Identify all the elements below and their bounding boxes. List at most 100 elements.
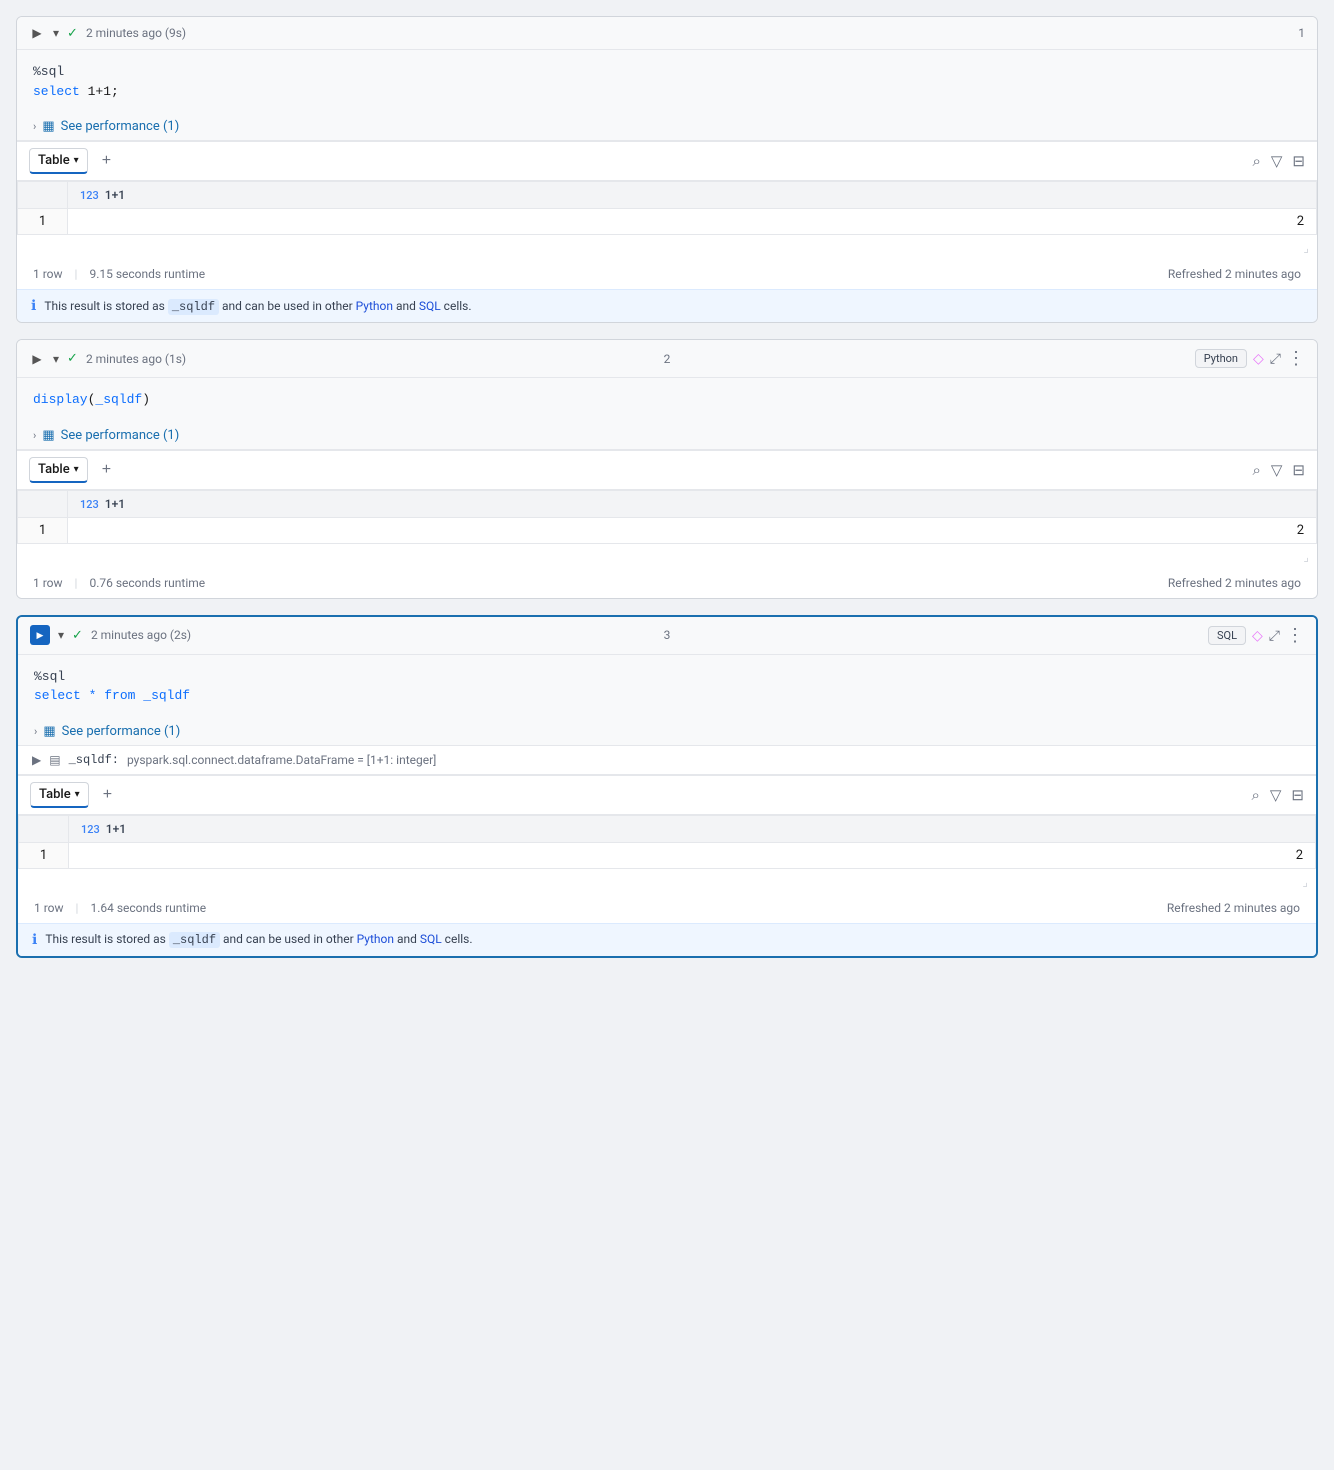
var-name: _sqldf: (69, 753, 119, 767)
add-tab-button[interactable]: + (96, 459, 117, 481)
row-num-header (18, 490, 68, 517)
info-text: This result is stored as _sqldf and can … (44, 299, 471, 314)
filter-icon[interactable]: ▽ (1271, 152, 1283, 170)
see-performance-link[interactable]: › ▦ See performance (1) (17, 113, 1317, 141)
cell-number-center: 3 (664, 628, 671, 642)
cell-timestamp: 2 minutes ago (2s) (91, 628, 191, 642)
expand-icon: ⤢ (1270, 350, 1281, 367)
more-icon: ⋮ (1286, 625, 1304, 646)
tab-actions: ⌕ ▽ ⊟ (1252, 152, 1305, 170)
plus-icon: + (103, 786, 112, 804)
more-icon: ⋮ (1287, 348, 1305, 369)
ai-button[interactable]: ◇ (1252, 627, 1263, 644)
run-button[interactable]: ▶ (29, 25, 45, 41)
more-button[interactable]: ⋮ (1287, 348, 1305, 369)
success-icon: ✓ (67, 26, 78, 41)
notebook-cells: ▶ ▾ ✓ 2 minutes ago (9s) 1 %sqlselect 1+… (16, 16, 1318, 958)
table-tab[interactable]: Table ▾ (29, 457, 88, 483)
header-right-group: SQL ◇ ⤢ ⋮ (1208, 625, 1304, 646)
more-button[interactable]: ⋮ (1286, 625, 1304, 646)
run-button[interactable]: ▶ (29, 351, 45, 367)
column-name: 1+1 (106, 822, 126, 836)
success-icon: ✓ (72, 628, 83, 643)
see-performance-label: See performance (1) (61, 119, 180, 134)
cell-code: display(_sqldf) (17, 378, 1317, 422)
resize-handle[interactable]: ⌟ (1302, 875, 1308, 889)
info-icon: ℹ (31, 298, 36, 314)
column-name: 1+1 (105, 497, 125, 511)
search-icon[interactable]: ⌕ (1252, 461, 1260, 479)
columns-icon[interactable]: ⊟ (1291, 786, 1304, 804)
table-footer: 1 row | 9.15 seconds runtime Refreshed 2… (17, 259, 1317, 289)
see-performance-link[interactable]: › ▦ See performance (1) (18, 718, 1316, 746)
run-chevron[interactable]: ▾ (58, 628, 64, 642)
add-tab-button[interactable]: + (97, 784, 118, 806)
table-footer: 1 row | 0.76 seconds runtime Refreshed 2… (17, 568, 1317, 598)
ai-button[interactable]: ◇ (1253, 350, 1264, 367)
table-row: 1 2 (19, 842, 1316, 868)
expand-button[interactable]: ⤢ (1270, 350, 1281, 367)
filter-icon[interactable]: ▽ (1271, 461, 1283, 479)
code-line: select * from _sqldf (34, 686, 1300, 706)
columns-icon[interactable]: ⊟ (1292, 461, 1305, 479)
resize-handle[interactable]: ⌟ (1303, 550, 1309, 564)
chevron-down-icon: ▾ (53, 352, 59, 366)
filter-icon[interactable]: ▽ (1270, 786, 1282, 804)
add-tab-button[interactable]: + (96, 150, 117, 172)
data-table: 123 1+1 1 2 (18, 815, 1316, 869)
success-icon: ✓ (67, 351, 78, 366)
var-expand-arrow[interactable]: ▶ (32, 753, 41, 767)
table-tab[interactable]: Table ▾ (29, 148, 88, 174)
search-icon[interactable]: ⌕ (1251, 786, 1259, 804)
python-link[interactable]: Python (357, 932, 394, 946)
table-row: 1 2 (18, 517, 1317, 543)
footer-left: 1 row | 0.76 seconds runtime (33, 576, 205, 590)
diamond-icon: ◇ (1252, 627, 1263, 644)
notebook-cell: ▶ ▾ ✓ 2 minutes ago (2s) 3 SQL ◇ ⤢ (16, 615, 1318, 958)
code-line: select 1+1; (33, 82, 1301, 102)
arrow-right-icon: › (33, 120, 36, 133)
sql-link[interactable]: SQL (419, 299, 441, 313)
var-type: pyspark.sql.connect.dataframe.DataFrame … (127, 753, 436, 767)
code-line: %sql (34, 667, 1300, 687)
expand-icon: ⤢ (1269, 627, 1280, 644)
table-tab-bar: Table ▾ + ⌕ ▽ ⊟ (18, 776, 1316, 815)
code-line: display(_sqldf) (33, 390, 1301, 410)
header-right-group: Python ◇ ⤢ ⋮ (1195, 348, 1305, 369)
chevron-button[interactable]: ▾ (53, 352, 59, 366)
code-line: %sql (33, 62, 1301, 82)
resize-handle[interactable]: ⌟ (1303, 241, 1309, 255)
expand-button[interactable]: ⤢ (1269, 627, 1280, 644)
table-tab-label: Table (39, 787, 71, 802)
columns-icon[interactable]: ⊟ (1292, 152, 1305, 170)
python-link[interactable]: Python (356, 299, 393, 313)
info-bar: ℹ This result is stored as _sqldf and ca… (18, 923, 1316, 956)
see-performance-link[interactable]: › ▦ See performance (1) (17, 422, 1317, 450)
refreshed-time: Refreshed 2 minutes ago (1168, 576, 1301, 590)
search-icon[interactable]: ⌕ (1252, 152, 1260, 170)
tab-chevron-icon: ▾ (74, 464, 79, 475)
row-count: 1 row (33, 576, 63, 590)
run-icon: ▶ (32, 352, 41, 366)
cell-timestamp: 2 minutes ago (1s) (86, 352, 186, 366)
info-text: This result is stored as _sqldf and can … (45, 932, 472, 947)
variable-bar: ▶ ▤ _sqldf: pyspark.sql.connect.datafram… (18, 746, 1316, 775)
plus-icon: + (102, 461, 111, 479)
sql-link[interactable]: SQL (420, 932, 442, 946)
run-icon: ▶ (32, 26, 41, 40)
plus-icon: + (102, 152, 111, 170)
lang-badge: Python (1195, 349, 1247, 368)
tab-actions: ⌕ ▽ ⊟ (1251, 786, 1304, 804)
cell-number-center: 2 (664, 352, 671, 366)
arrow-right-icon: › (33, 429, 36, 442)
lang-badge: SQL (1208, 626, 1246, 645)
chevron-button[interactable]: ▾ (53, 26, 59, 40)
run-icon: ▶ (37, 630, 44, 641)
run-button[interactable]: ▶ (30, 625, 50, 645)
see-performance-label: See performance (1) (61, 428, 180, 443)
row-number: 1 (18, 209, 68, 235)
row-num-header (18, 182, 68, 209)
tab-chevron-icon: ▾ (74, 155, 79, 166)
data-table: 123 1+1 1 2 (17, 490, 1317, 544)
table-tab[interactable]: Table ▾ (30, 782, 89, 808)
